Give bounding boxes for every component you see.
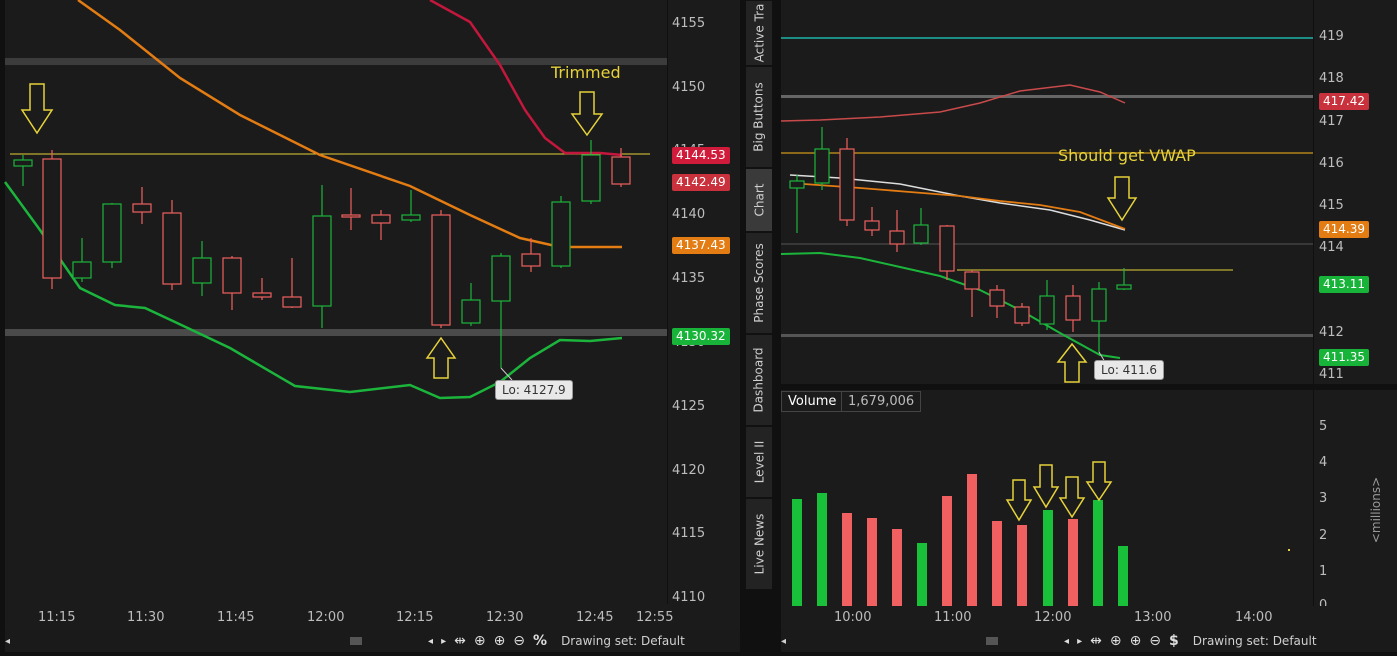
left-x-tick: 11:45 (217, 610, 255, 625)
right-scroll-thumb[interactable] (986, 637, 999, 645)
left-chart-toolbar: ◂ ◂ ▸ ⇹ ⊕ ⊕ ⊖ % Drawing set: Default (5, 630, 740, 652)
volume-bars (792, 461, 1290, 606)
right-x-tick: 14:00 (1235, 610, 1273, 625)
volume-y-tick: 5 (1319, 419, 1328, 434)
drawing-set-label[interactable]: Drawing set: Default (561, 634, 685, 648)
left-x-tick: 12:15 (396, 610, 434, 625)
volume-y-tick: 0 (1319, 598, 1328, 606)
volume-unit-label: <millions> (1369, 476, 1383, 544)
right-zoom-out-icon[interactable]: ⊖ (1149, 633, 1161, 649)
right-time-axis (781, 606, 1397, 630)
right-scroll-back-icon[interactable]: ◂ (1064, 636, 1069, 647)
percent-icon[interactable]: % (533, 633, 547, 649)
right-pan-icon[interactable]: ⇹ (1090, 633, 1102, 649)
volume-bars-red (842, 474, 1078, 606)
zoom-out-icon[interactable]: ⊖ (513, 633, 525, 649)
right-horizontal-scrollbar[interactable] (786, 636, 1056, 646)
right-zoom-in-icon[interactable]: ⊕ (1130, 633, 1142, 649)
dollar-icon[interactable]: $ (1169, 633, 1179, 649)
stray-marker (1288, 549, 1290, 551)
crosshair-icon[interactable]: ⊕ (474, 633, 486, 649)
volume-y-tick: 1 (1319, 564, 1328, 579)
zoom-in-icon[interactable]: ⊕ (494, 633, 506, 649)
right-chart-toolbar: ◂ ◂ ▸ ⇹ ⊕ ⊕ ⊖ $ Drawing set: Default (781, 630, 1397, 652)
left-x-tick: 12:00 (307, 610, 345, 625)
volume-y-tick: 3 (1319, 491, 1328, 506)
horizontal-scrollbar[interactable] (10, 636, 420, 646)
right-x-tick: 11:00 (934, 610, 972, 625)
scroll-back-icon[interactable]: ◂ (428, 636, 433, 647)
left-x-tick: 11:30 (127, 610, 165, 625)
pan-icon[interactable]: ⇹ (454, 633, 466, 649)
right-drawing-set-label[interactable]: Drawing set: Default (1193, 634, 1317, 648)
right-crosshair-icon[interactable]: ⊕ (1110, 633, 1122, 649)
right-x-tick: 12:00 (1034, 610, 1072, 625)
scroll-thumb[interactable] (350, 637, 363, 645)
left-x-tick: 12:30 (486, 610, 524, 625)
scroll-forward-icon[interactable]: ▸ (441, 636, 446, 647)
volume-y-tick: 2 (1319, 528, 1328, 543)
right-x-tick: 13:00 (1134, 610, 1172, 625)
left-x-tick: 12:55 (636, 610, 674, 625)
right-scroll-forward-icon[interactable]: ▸ (1077, 636, 1082, 647)
left-x-tick: 11:15 (38, 610, 76, 625)
left-x-tick: 12:45 (576, 610, 614, 625)
volume-y-tick: 4 (1319, 455, 1328, 470)
right-x-tick: 10:00 (834, 610, 872, 625)
